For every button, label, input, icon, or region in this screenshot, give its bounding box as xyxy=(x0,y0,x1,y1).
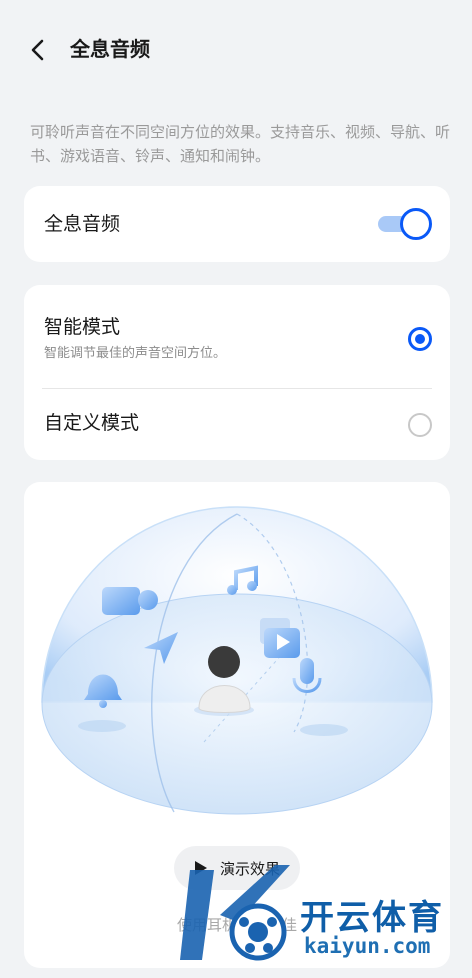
header: 全息音频 xyxy=(0,0,472,98)
smart-mode-radio[interactable] xyxy=(408,327,432,351)
holographic-audio-card: 全息音频 xyxy=(24,186,450,262)
smart-mode-label: 智能模式 xyxy=(44,316,121,338)
custom-mode-radio[interactable] xyxy=(408,413,432,437)
watermark: 开云体育 kaiyun.com xyxy=(180,860,472,978)
chevron-left-icon xyxy=(31,39,44,61)
back-button[interactable] xyxy=(22,34,54,66)
holographic-audio-toggle[interactable] xyxy=(378,208,432,240)
custom-mode-label: 自定义模式 xyxy=(44,412,140,434)
mode-selection-card: 智能模式 智能调节最佳的声音空间方位。 自定义模式 xyxy=(24,285,450,460)
mode-option-smart[interactable]: 智能模式 智能调节最佳的声音空间方位。 xyxy=(24,285,450,388)
holographic-audio-label: 全息音频 xyxy=(44,213,121,235)
watermark-brand-cn: 开云体育 xyxy=(300,898,444,938)
page-title: 全息音频 xyxy=(70,37,150,61)
watermark-brand-en: kaiyun.com xyxy=(304,934,431,958)
toggle-knob xyxy=(400,208,432,240)
spatial-audio-illustration xyxy=(41,506,433,815)
smart-mode-sublabel: 智能调节最佳的声音空间方位。 xyxy=(44,346,227,361)
watermark-logo-icon xyxy=(180,865,290,961)
feature-description: 可聆听声音在不同空间方位的效果。支持音乐、视频、导航、听书、游戏语音、铃声、通知… xyxy=(30,123,451,165)
mode-option-custom[interactable]: 自定义模式 xyxy=(24,389,450,460)
